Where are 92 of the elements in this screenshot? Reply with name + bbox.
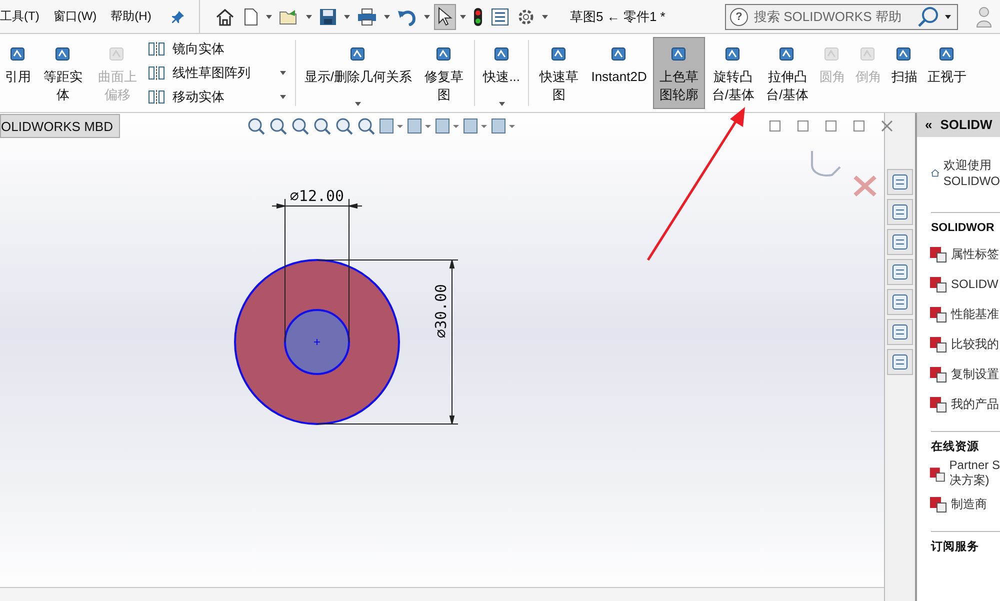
task-pane-link[interactable]: Partner S 决方案) xyxy=(949,458,1000,489)
dimension-label[interactable]: ∅12.00 xyxy=(290,187,344,205)
ribbon-button[interactable]: 旋转凸台/基体 xyxy=(707,37,760,109)
select-button[interactable] xyxy=(434,4,456,30)
section-heading: 在线资源 xyxy=(931,439,980,455)
ribbon-command[interactable]: 线性草图阵列 xyxy=(172,64,250,82)
search-box[interactable]: ? 搜索 SOLIDWORKS 帮助 xyxy=(725,4,958,30)
zoom-icon[interactable] xyxy=(290,116,310,136)
scroll-bar[interactable] xyxy=(0,587,884,601)
task-pane-link[interactable]: 性能基准 xyxy=(951,306,999,322)
close-icon[interactable] xyxy=(880,119,894,133)
ribbon-button[interactable]: 正视于 xyxy=(923,37,970,109)
caret-icon[interactable] xyxy=(266,14,272,18)
list-icon xyxy=(491,8,509,26)
caret-icon[interactable] xyxy=(344,14,350,18)
task-pane-link[interactable]: 复制设置 xyxy=(951,366,999,382)
window-title: 草图5 ← 零件1 * xyxy=(570,8,666,26)
menu-item[interactable]: 帮助(H) xyxy=(110,8,152,25)
pin-icon[interactable] xyxy=(171,10,186,24)
ribbon-button[interactable]: 显示/删除几何关系 xyxy=(300,37,416,109)
task-pane-link[interactable]: 制造商 xyxy=(951,496,987,512)
ribbon-button[interactable]: 快速草图 xyxy=(533,37,586,109)
printer-icon xyxy=(357,8,377,26)
caret-icon[interactable] xyxy=(424,14,430,18)
menu-item[interactable]: 工具(T) xyxy=(0,8,40,25)
traffic-light-icon xyxy=(473,6,483,26)
ribbon-button[interactable]: 引用 xyxy=(1,37,35,109)
task-pane-link[interactable]: 比较我的 xyxy=(951,336,999,352)
task-pane-tab-icon[interactable] xyxy=(887,349,913,375)
caret-icon[interactable] xyxy=(945,14,951,18)
task-pane-link[interactable]: 属性标签 xyxy=(951,246,999,262)
ribbon-button[interactable]: Instant2D xyxy=(587,37,651,109)
task-pane-tab-icon[interactable] xyxy=(887,319,913,345)
window-control-icon[interactable] xyxy=(824,119,838,133)
save-icon xyxy=(319,8,337,26)
ribbon-button[interactable]: 快速... xyxy=(479,37,524,109)
task-pane-link[interactable]: 欢迎使用 SOLIDWO xyxy=(943,157,1000,188)
tool-icon[interactable] xyxy=(148,89,166,105)
ribbon-button[interactable]: 等距实体 xyxy=(37,37,90,109)
caret-icon[interactable] xyxy=(384,14,390,18)
collapse-button[interactable]: « xyxy=(925,113,932,137)
menu-item[interactable]: 窗口(W) xyxy=(53,8,97,25)
dimension-label[interactable]: ∅30.00 xyxy=(432,284,450,338)
caret-icon[interactable] xyxy=(542,14,548,18)
document-icon xyxy=(243,8,259,26)
search-icon[interactable] xyxy=(917,6,939,28)
caret-icon[interactable] xyxy=(498,102,505,106)
task-pane-tab-icon[interactable] xyxy=(887,259,913,285)
zoom-icon[interactable] xyxy=(246,116,266,136)
home-icon xyxy=(215,8,235,26)
window-control-icon[interactable] xyxy=(768,119,782,133)
caret-icon[interactable] xyxy=(306,14,312,18)
zoom-icon[interactable] xyxy=(356,116,376,136)
task-pane-tab-icon[interactable] xyxy=(887,169,913,195)
folder-icon xyxy=(279,8,299,26)
section-heading: 订阅服务 xyxy=(931,539,980,555)
zoom-icon[interactable] xyxy=(268,116,288,136)
ribbon-button[interactable]: 拉伸凸台/基体 xyxy=(761,37,814,109)
tab[interactable]: OLIDWORKS MBD xyxy=(0,114,120,138)
ribbon-button[interactable]: 上色草图轮廓 xyxy=(652,37,706,109)
cursor-icon xyxy=(437,6,453,26)
caret-icon[interactable] xyxy=(280,71,286,75)
help-button[interactable]: ? xyxy=(730,8,748,26)
ribbon-command[interactable]: 镜向实体 xyxy=(172,40,224,58)
ribbon-command[interactable]: 移动实体 xyxy=(172,88,224,106)
caret-icon[interactable] xyxy=(280,95,286,99)
user-icon[interactable] xyxy=(976,6,992,28)
zoom-icon[interactable] xyxy=(334,116,354,136)
task-pane-link[interactable]: 我的产品 xyxy=(951,396,999,412)
task-pane-tab-icon[interactable] xyxy=(887,289,913,315)
task-pane-title: SOLIDW xyxy=(940,116,992,134)
display-tool-icon[interactable] xyxy=(462,116,488,136)
ribbon-button[interactable]: 修复草图 xyxy=(418,37,470,109)
zoom-icon[interactable] xyxy=(312,116,332,136)
search-field[interactable]: 搜索 SOLIDWORKS 帮助 xyxy=(752,8,913,25)
undo-icon xyxy=(397,8,417,26)
settings-icon xyxy=(517,8,535,26)
display-tool-icon[interactable] xyxy=(434,116,460,136)
display-tool-icon[interactable] xyxy=(406,116,432,136)
window-control-icon[interactable] xyxy=(796,119,810,133)
display-tool-icon[interactable] xyxy=(490,116,516,136)
caret-icon[interactable] xyxy=(355,102,362,106)
ribbon-button[interactable]: 扫描 xyxy=(887,37,922,109)
tool-icon[interactable] xyxy=(148,41,166,57)
task-pane-link[interactable]: SOLIDW xyxy=(951,277,998,291)
task-pane-tab-icon[interactable] xyxy=(887,229,913,255)
tool-icon[interactable] xyxy=(148,65,166,81)
caret-icon[interactable] xyxy=(460,14,466,18)
task-pane-tab-icon[interactable] xyxy=(887,199,913,225)
section-heading: SOLIDWOR xyxy=(931,221,996,236)
window-control-icon[interactable] xyxy=(852,119,866,133)
display-tool-icon[interactable] xyxy=(378,116,404,136)
